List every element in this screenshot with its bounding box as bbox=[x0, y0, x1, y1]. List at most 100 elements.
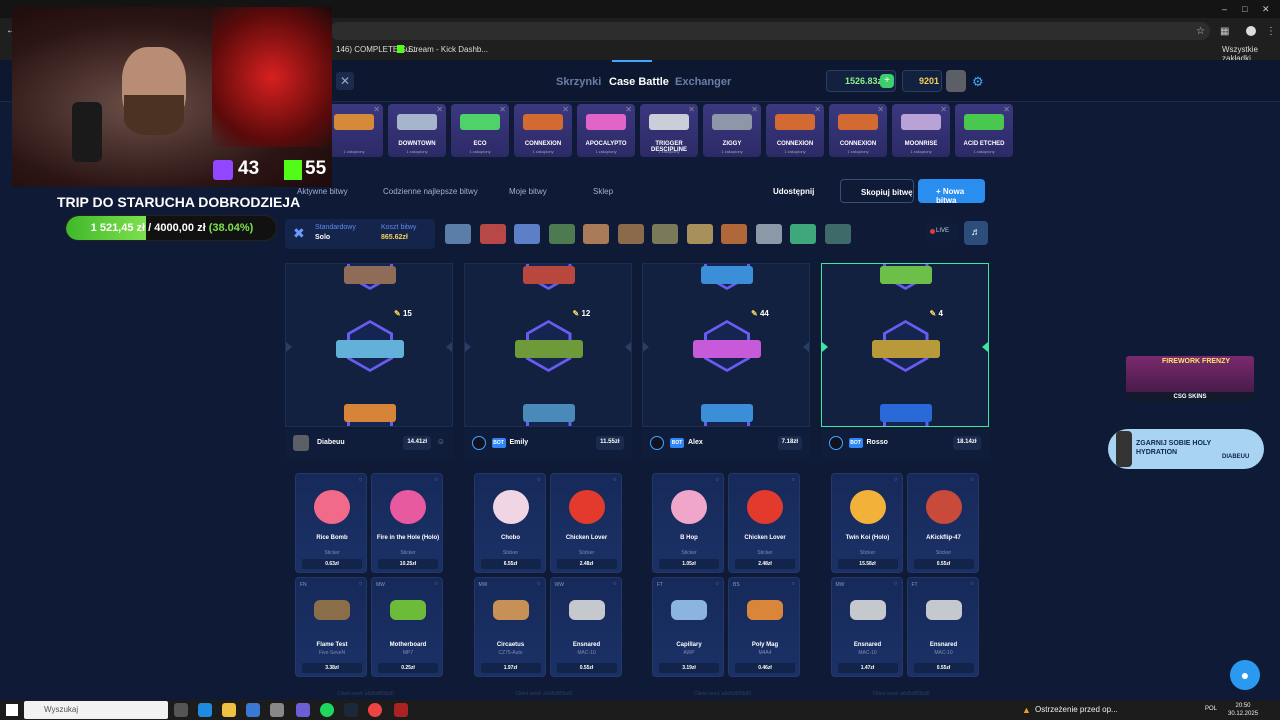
mode-type: Standardowy bbox=[315, 224, 356, 231]
item-price: 0.63zł bbox=[302, 559, 362, 569]
remove-icon[interactable]: ✕ bbox=[751, 105, 758, 114]
case-card[interactable]: CONNEXION 1 zakupiony ✕ bbox=[514, 104, 572, 157]
profile-icon[interactable] bbox=[1246, 26, 1256, 36]
mini-case-icon[interactable] bbox=[617, 224, 644, 244]
tab-my-battles[interactable]: Moje bitwy bbox=[509, 187, 547, 196]
item-card[interactable]: BS ○ Poly Mag M4A4 0.46zł bbox=[728, 577, 800, 677]
case-card[interactable]: 1 zakupiony ✕ bbox=[325, 104, 383, 157]
case-card[interactable]: ACID ETCHED 1 zakupiony ✕ bbox=[955, 104, 1013, 157]
case-card[interactable]: ZIGGY 1 zakupiony ✕ bbox=[703, 104, 761, 157]
remove-icon[interactable]: ✕ bbox=[436, 105, 443, 114]
chrome-icon[interactable] bbox=[368, 703, 382, 717]
alert-text[interactable]: Ostrzeżenie przed op... bbox=[1035, 705, 1118, 714]
item-card[interactable]: ○ Twin Koi (Holo) Sticker 15.58zł bbox=[830, 473, 903, 573]
case-card[interactable]: TRIGGER DESCIPLINE 1 zakupiony ✕ bbox=[640, 104, 698, 157]
ad1-brand: CSG SKINS bbox=[1126, 392, 1254, 402]
item-card[interactable]: MW ○ Motherboard MP7 0.25zł bbox=[371, 577, 443, 677]
minimize-icon[interactable]: – bbox=[1222, 4, 1227, 14]
mini-case-icon[interactable] bbox=[755, 224, 782, 244]
mini-case-icon[interactable] bbox=[514, 224, 540, 244]
remove-icon[interactable]: ✕ bbox=[940, 105, 947, 114]
player-value: 7.18zł bbox=[777, 436, 802, 450]
item-card[interactable]: FN ○ Flame Test Five-SeveN 3.38zł bbox=[295, 577, 367, 677]
item-card[interactable]: WW ○ Ensnared MAC-10 0.55zł bbox=[549, 577, 622, 677]
remove-icon[interactable]: ✕ bbox=[814, 105, 821, 114]
mini-case-icon[interactable] bbox=[790, 224, 816, 244]
obs-icon[interactable] bbox=[296, 703, 310, 717]
item-card[interactable]: MW ○ Ensnared MAC-10 1.47zł bbox=[830, 577, 903, 677]
mini-case-icon[interactable] bbox=[548, 224, 575, 244]
item-card[interactable]: ○ Chicken Lover Sticker 2.48zł bbox=[728, 473, 800, 573]
taskview-icon[interactable] bbox=[174, 703, 188, 717]
star-icon[interactable]: ☆ bbox=[1196, 26, 1205, 37]
item-card[interactable]: ○ Fire in the Hole (Holo) Sticker 10.25zł bbox=[371, 473, 443, 573]
tab-exchanger[interactable]: Exchanger bbox=[675, 76, 731, 88]
new-battle-button[interactable]: + Nowa bitwa bbox=[918, 179, 985, 205]
mini-case-icon[interactable] bbox=[652, 224, 678, 244]
item-card[interactable]: ○ Chicken Lover Sticker 2.48zł bbox=[549, 473, 622, 573]
tab-daily-best[interactable]: Codzienne najlepsze bitwy bbox=[383, 187, 478, 196]
sound-icon[interactable]: ♬ bbox=[964, 221, 988, 245]
mini-case-icon[interactable] bbox=[583, 224, 609, 244]
avatar[interactable] bbox=[946, 70, 966, 92]
remove-icon[interactable]: ✕ bbox=[373, 105, 380, 114]
tab-skrzynki[interactable]: Skrzynki bbox=[556, 76, 601, 88]
maximize-icon[interactable]: □ bbox=[1242, 4, 1247, 14]
coins[interactable]: 9201 bbox=[902, 70, 942, 92]
remove-icon[interactable]: ✕ bbox=[562, 105, 569, 114]
gear-icon[interactable]: ⚙ bbox=[972, 74, 984, 90]
store-icon[interactable] bbox=[246, 703, 260, 717]
mini-case-icon[interactable] bbox=[824, 224, 851, 244]
case-card[interactable]: CONNEXION 1 zakupiony ✕ bbox=[766, 104, 824, 157]
item-card[interactable]: ○ Chobo Sticker 6.55zł bbox=[473, 473, 546, 573]
close-window-icon[interactable]: ✕ bbox=[1262, 4, 1270, 15]
item-card[interactable]: ○ AKickflip-47 Sticker 0.55zł bbox=[906, 473, 979, 573]
tab-shop[interactable]: Sklep bbox=[593, 187, 613, 196]
item-card[interactable]: ○ Rice Bomb Sticker 0.63zł bbox=[295, 473, 367, 573]
clock[interactable]: 20:50 30.12.2025 bbox=[1228, 702, 1258, 718]
bookmark-1[interactable]: 146) COMPLETE Su... bbox=[336, 45, 417, 54]
app2-icon[interactable] bbox=[394, 703, 408, 717]
item-sub: MAC-10 bbox=[858, 650, 877, 656]
tab-case-battle[interactable]: Case Battle bbox=[609, 76, 669, 88]
copy-battle-button[interactable]: Skopiuj bitwę bbox=[840, 179, 914, 203]
mini-case-icon[interactable] bbox=[721, 224, 747, 244]
menu-icon[interactable]: ⋮ bbox=[1266, 26, 1276, 37]
windows-icon[interactable] bbox=[6, 704, 18, 716]
deposit-icon[interactable]: + bbox=[880, 74, 894, 88]
item-card[interactable]: FT ○ Ensnared MAC-10 0.55zł bbox=[906, 577, 979, 677]
app-icon[interactable] bbox=[270, 703, 284, 717]
share-button[interactable]: Udostępnij bbox=[773, 187, 814, 196]
mini-case-icon[interactable] bbox=[686, 224, 713, 244]
edge-icon[interactable] bbox=[198, 703, 212, 717]
close-icon[interactable]: ✕ bbox=[336, 72, 354, 90]
remove-icon[interactable]: ✕ bbox=[499, 105, 506, 114]
item-card[interactable]: MW ○ Circaetus CZ75-Auto 1.97zł bbox=[473, 577, 546, 677]
case-card[interactable]: ECO 1 zakupiony ✕ bbox=[451, 104, 509, 157]
steam-icon[interactable] bbox=[344, 703, 358, 717]
extensions-icon[interactable]: ▦ bbox=[1220, 26, 1229, 37]
bookmark-2[interactable]: Stream - Kick Dashb... bbox=[408, 45, 488, 54]
remove-icon[interactable]: ✕ bbox=[625, 105, 632, 114]
case-card[interactable]: APOCALYPTO 1 zakupiony ✕ bbox=[577, 104, 635, 157]
case-card[interactable]: MOONRISE 1 zakupiony ✕ bbox=[892, 104, 950, 157]
spotify-icon[interactable] bbox=[320, 703, 334, 717]
remove-icon[interactable]: ✕ bbox=[688, 105, 695, 114]
mini-case-icon[interactable] bbox=[445, 224, 471, 244]
remove-icon[interactable]: ✕ bbox=[1003, 105, 1010, 114]
item-card[interactable]: FT ○ Capillary AWP 3.19zł bbox=[652, 577, 724, 677]
address-bar[interactable] bbox=[330, 22, 1210, 40]
mini-case-icon[interactable] bbox=[479, 224, 506, 244]
case-card[interactable]: DOWNTOWN 1 zakupiony ✕ bbox=[388, 104, 446, 157]
folder-icon[interactable] bbox=[222, 703, 236, 717]
case-card[interactable]: CONNEXION 1 zakupiony ✕ bbox=[829, 104, 887, 157]
smile-icon[interactable]: ☺ bbox=[437, 437, 445, 446]
item-card[interactable]: ○ B Hop Sticker 1.05zł bbox=[652, 473, 724, 573]
holy-ad[interactable]: ZGARNIJ SOBIE HOLY HYDRATION DIABEUU bbox=[1108, 429, 1264, 469]
search-input[interactable]: Wyszukaj bbox=[24, 701, 168, 719]
remove-icon[interactable]: ✕ bbox=[877, 105, 884, 114]
firework-ad[interactable]: FIREWORK FRENZY CSG SKINS bbox=[1126, 356, 1254, 402]
chat-icon[interactable]: ● bbox=[1230, 660, 1260, 690]
tab-active-battles[interactable]: Aktywne bitwy bbox=[297, 187, 348, 196]
lang[interactable]: POL bbox=[1205, 706, 1217, 712]
